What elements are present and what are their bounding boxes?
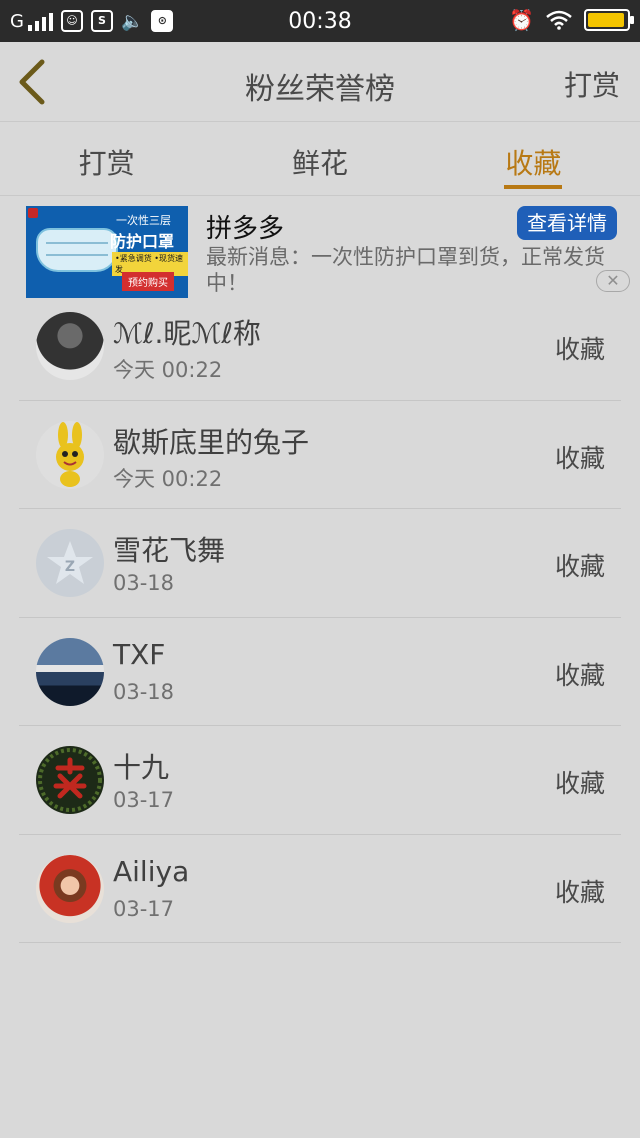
network-type: G	[10, 10, 24, 32]
user-time: 今天 00:22	[113, 466, 223, 491]
ad-image-line2: 防护口罩	[110, 232, 175, 251]
alarm-icon: ⏰	[509, 8, 534, 32]
user-name: Ailiya	[113, 854, 190, 888]
avatar[interactable]	[36, 312, 104, 380]
face-mask-icon	[36, 228, 118, 272]
list-item[interactable]: TXF 03-18 收藏	[19, 618, 621, 726]
list-item[interactable]: 十九 03-17 收藏	[19, 726, 621, 835]
action-label: 收藏	[554, 552, 605, 581]
page-title: 粉丝荣誉榜	[245, 72, 395, 107]
user-time: 03-17	[113, 896, 175, 921]
user-time: 03-18	[113, 679, 175, 704]
calligraphy-avatar-icon	[38, 748, 102, 812]
s-app-icon: S	[90, 10, 113, 32]
user-name: ℳℓ.昵ℳℓ称	[113, 317, 261, 350]
avatar[interactable]: Z	[36, 529, 104, 597]
tab-flowers[interactable]: 鲜花	[213, 122, 426, 195]
ad-image[interactable]: 一次性三层 防护口罩 •紧急调货 •现货速发 预约购买	[26, 206, 188, 298]
game-icon: ⊙	[151, 10, 174, 32]
ad-image-line1: 一次性三层	[116, 214, 171, 227]
user-time: 03-17	[113, 788, 175, 812]
tab-bar: 打赏 鲜花 收藏	[0, 122, 640, 196]
wifi-icon	[546, 10, 572, 30]
user-name: 十九	[113, 751, 170, 784]
user-time: 今天 00:22	[113, 358, 223, 382]
fans-list: ℳℓ.昵ℳℓ称 今天 00:22 收藏 歇斯底里的兔子 今天 00:22 收藏 …	[0, 292, 640, 943]
default-avatar-icon: Z	[47, 541, 93, 584]
list-item[interactable]: 歇斯底里的兔子 今天 00:22 收藏	[19, 401, 621, 509]
user-time: 03-18	[113, 571, 175, 595]
nav-header: 粉丝荣誉榜 打赏	[0, 42, 640, 122]
ad-title: 拼多多	[206, 214, 285, 244]
tab-reward[interactable]: 打赏	[0, 122, 213, 195]
list-item[interactable]: Ailiya 03-17 收藏	[19, 835, 621, 943]
ad-details-button[interactable]: 查看详情	[517, 206, 617, 240]
action-label: 收藏	[554, 769, 605, 798]
ad-banner[interactable]: 一次性三层 防护口罩 •紧急调货 •现货速发 预约购买 拼多多 查看详情 最新消…	[0, 196, 640, 302]
list-item[interactable]: ℳℓ.昵ℳℓ称 今天 00:22 收藏	[19, 292, 621, 401]
avatar[interactable]	[36, 854, 104, 923]
action-label: 收藏	[554, 335, 605, 364]
list-item[interactable]: Z 雪花飞舞 03-18 收藏	[19, 509, 621, 618]
user-name: TXF	[113, 637, 166, 671]
ad-logo-icon	[28, 208, 38, 218]
message-icon: ☺	[60, 10, 83, 32]
status-bar: G ☺ S 🔈 ⊙ 00:38 ⏰	[0, 0, 640, 42]
user-name: 雪花飞舞	[113, 534, 226, 567]
ad-description: 最新消息：一次性防护口罩到货，正常发货中！	[206, 245, 605, 295]
volume-icon: 🔈	[120, 10, 144, 32]
reward-button[interactable]: 打赏	[564, 64, 620, 104]
action-label: 收藏	[554, 660, 605, 690]
action-label: 收藏	[554, 443, 605, 473]
avatar[interactable]	[36, 746, 104, 814]
close-icon[interactable]: ✕	[596, 270, 630, 292]
action-label: 收藏	[554, 877, 605, 907]
user-name: 歇斯底里的兔子	[113, 425, 310, 459]
ad-image-button: 预约购买	[122, 272, 174, 291]
rabbit-icon	[56, 421, 84, 487]
avatar[interactable]	[36, 420, 104, 489]
signal-icon	[27, 11, 53, 31]
svg-text:Z: Z	[65, 559, 75, 575]
tab-favorites[interactable]: 收藏	[427, 122, 640, 195]
battery-icon	[584, 9, 634, 31]
avatar[interactable]	[36, 637, 104, 706]
